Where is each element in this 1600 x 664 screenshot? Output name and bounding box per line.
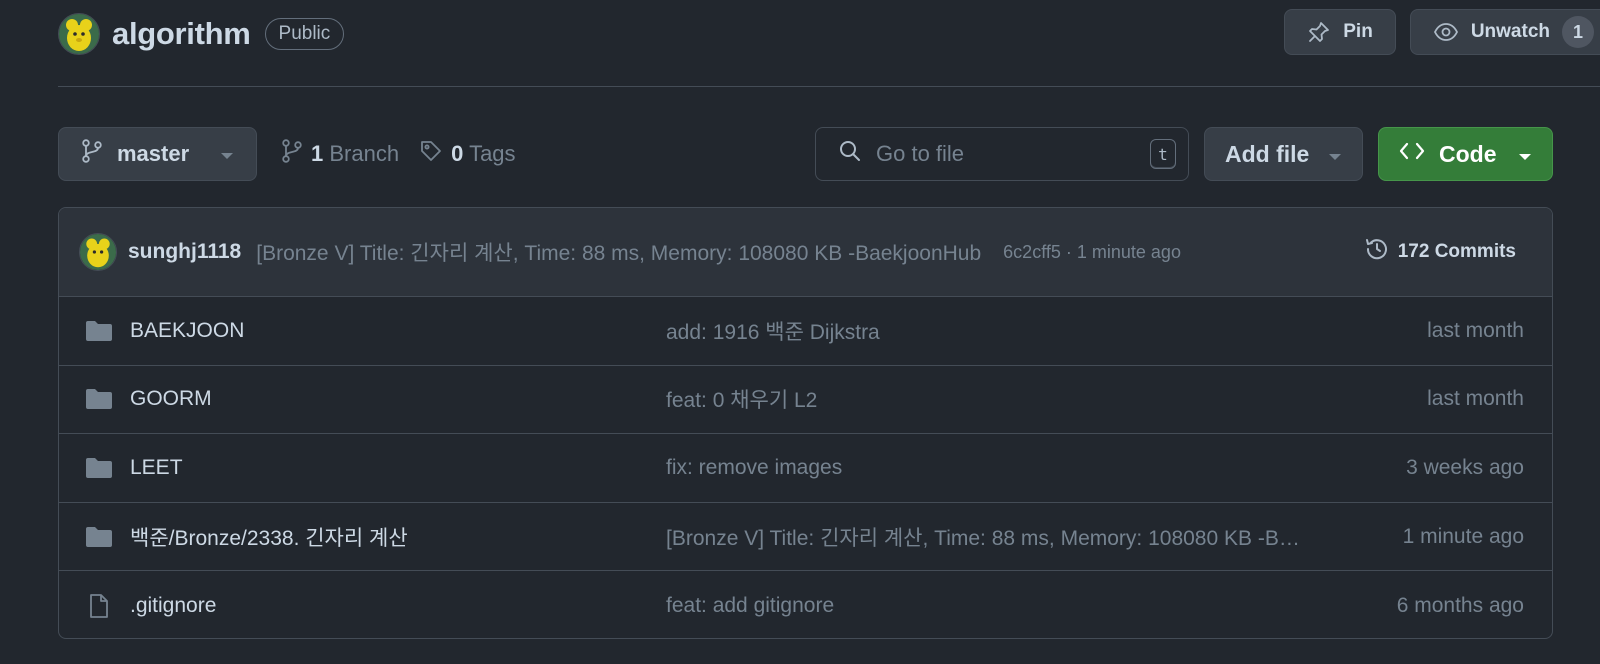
file-name[interactable]: 백준/Bronze/2338. 긴자리 계산 (130, 522, 666, 552)
owner-avatar[interactable] (58, 13, 100, 55)
code-label: Code (1439, 140, 1497, 167)
tag-count: 0 (451, 141, 464, 166)
branch-name: master (117, 141, 190, 166)
tag-icon (419, 139, 443, 169)
branch-label: Branch (329, 141, 400, 166)
add-file-button[interactable]: Add file (1204, 127, 1363, 181)
unwatch-button[interactable]: Unwatch 1 (1409, 9, 1600, 55)
chevron-down-icon (220, 141, 234, 167)
visibility-badge: Public (264, 18, 345, 50)
file-date: last month (1427, 318, 1524, 342)
go-to-file-input[interactable]: Go to file t (815, 127, 1189, 181)
pin-label: Pin (1343, 21, 1373, 42)
file-row[interactable]: .gitignore feat: add gitignore 6 months … (59, 571, 1552, 638)
repo-toolbar: master 1 Branch 0 Tags Go to file t Add … (58, 127, 1553, 181)
file-commit-message[interactable]: feat: add gitignore (666, 594, 1306, 618)
watch-count: 1 (1562, 16, 1594, 48)
repo-page: algorithm Public Pin Unwatch 1 master 1 … (0, 0, 1600, 664)
header-actions: Pin Unwatch 1 (1284, 9, 1600, 55)
file-row[interactable]: 백준/Bronze/2338. 긴자리 계산 [Bronze V] Title:… (59, 503, 1552, 572)
tag-label: Tags (469, 141, 516, 166)
folder-icon (85, 457, 113, 479)
file-date: 6 months ago (1396, 593, 1524, 617)
file-commit-message[interactable]: [Bronze V] Title: 긴자리 계산, Time: 88 ms, M… (666, 522, 1306, 552)
folder-icon (85, 526, 113, 548)
folder-icon (85, 388, 113, 410)
latest-commit-bar: sunghj1118 [Bronze V] Title: 긴자리 계산, Tim… (59, 208, 1552, 297)
code-icon (1399, 140, 1425, 168)
chevron-down-icon (1328, 141, 1342, 168)
file-row[interactable]: GOORM feat: 0 채우기 L2 last month (59, 366, 1552, 435)
pin-icon (1307, 20, 1331, 44)
commit-message[interactable]: [Bronze V] Title: 긴자리 계산, Time: 88 ms, M… (256, 237, 981, 267)
add-file-label: Add file (1225, 140, 1310, 167)
unwatch-label: Unwatch (1470, 21, 1550, 42)
folder-icon (85, 320, 113, 342)
file-name[interactable]: .gitignore (130, 594, 666, 618)
eye-icon (1433, 20, 1459, 44)
branch-select-button[interactable]: master (58, 127, 257, 181)
repo-header: algorithm Public Pin Unwatch 1 (58, 9, 1600, 58)
toolbar-right: Go to file t Add file Code (815, 127, 1553, 181)
history-icon (1364, 236, 1390, 268)
git-branch-icon (281, 138, 303, 170)
file-browser: sunghj1118 [Bronze V] Title: 긴자리 계산, Tim… (58, 207, 1553, 639)
repo-name[interactable]: algorithm (112, 16, 251, 52)
branches-link[interactable]: 1 Branch (281, 138, 399, 170)
file-commit-message[interactable]: add: 1916 백준 Dijkstra (666, 316, 1306, 346)
file-commit-message[interactable]: feat: 0 채우기 L2 (666, 384, 1306, 414)
commit-author-avatar[interactable] (79, 233, 117, 271)
chevron-down-icon (1518, 141, 1532, 168)
file-name[interactable]: LEET (130, 456, 666, 480)
git-branch-icon (81, 138, 103, 170)
commits-link[interactable]: 172 Commits (1364, 236, 1516, 268)
commit-count: 172 Commits (1397, 241, 1516, 262)
commit-hash-time[interactable]: 6c2cff5 · 1 minute ago (1003, 242, 1181, 263)
branch-count: 1 (311, 141, 324, 166)
tags-link[interactable]: 0 Tags (419, 139, 516, 169)
file-row[interactable]: LEET fix: remove images 3 weeks ago (59, 434, 1552, 503)
commit-author[interactable]: sunghj1118 (128, 240, 241, 264)
file-icon (85, 593, 113, 619)
file-date: 3 weeks ago (1406, 455, 1524, 479)
search-icon (838, 139, 862, 169)
file-name[interactable]: GOORM (130, 387, 666, 411)
pin-button[interactable]: Pin (1284, 9, 1396, 55)
file-commit-message[interactable]: fix: remove images (666, 456, 1306, 480)
search-placeholder: Go to file (876, 141, 965, 166)
header-divider (58, 86, 1600, 87)
shortcut-key: t (1150, 139, 1176, 169)
code-button[interactable]: Code (1378, 127, 1553, 181)
file-name[interactable]: BAEKJOON (130, 319, 666, 343)
file-date: 1 minute ago (1402, 524, 1524, 548)
file-row[interactable]: BAEKJOON add: 1916 백준 Dijkstra last mont… (59, 297, 1552, 366)
file-date: last month (1427, 387, 1524, 411)
